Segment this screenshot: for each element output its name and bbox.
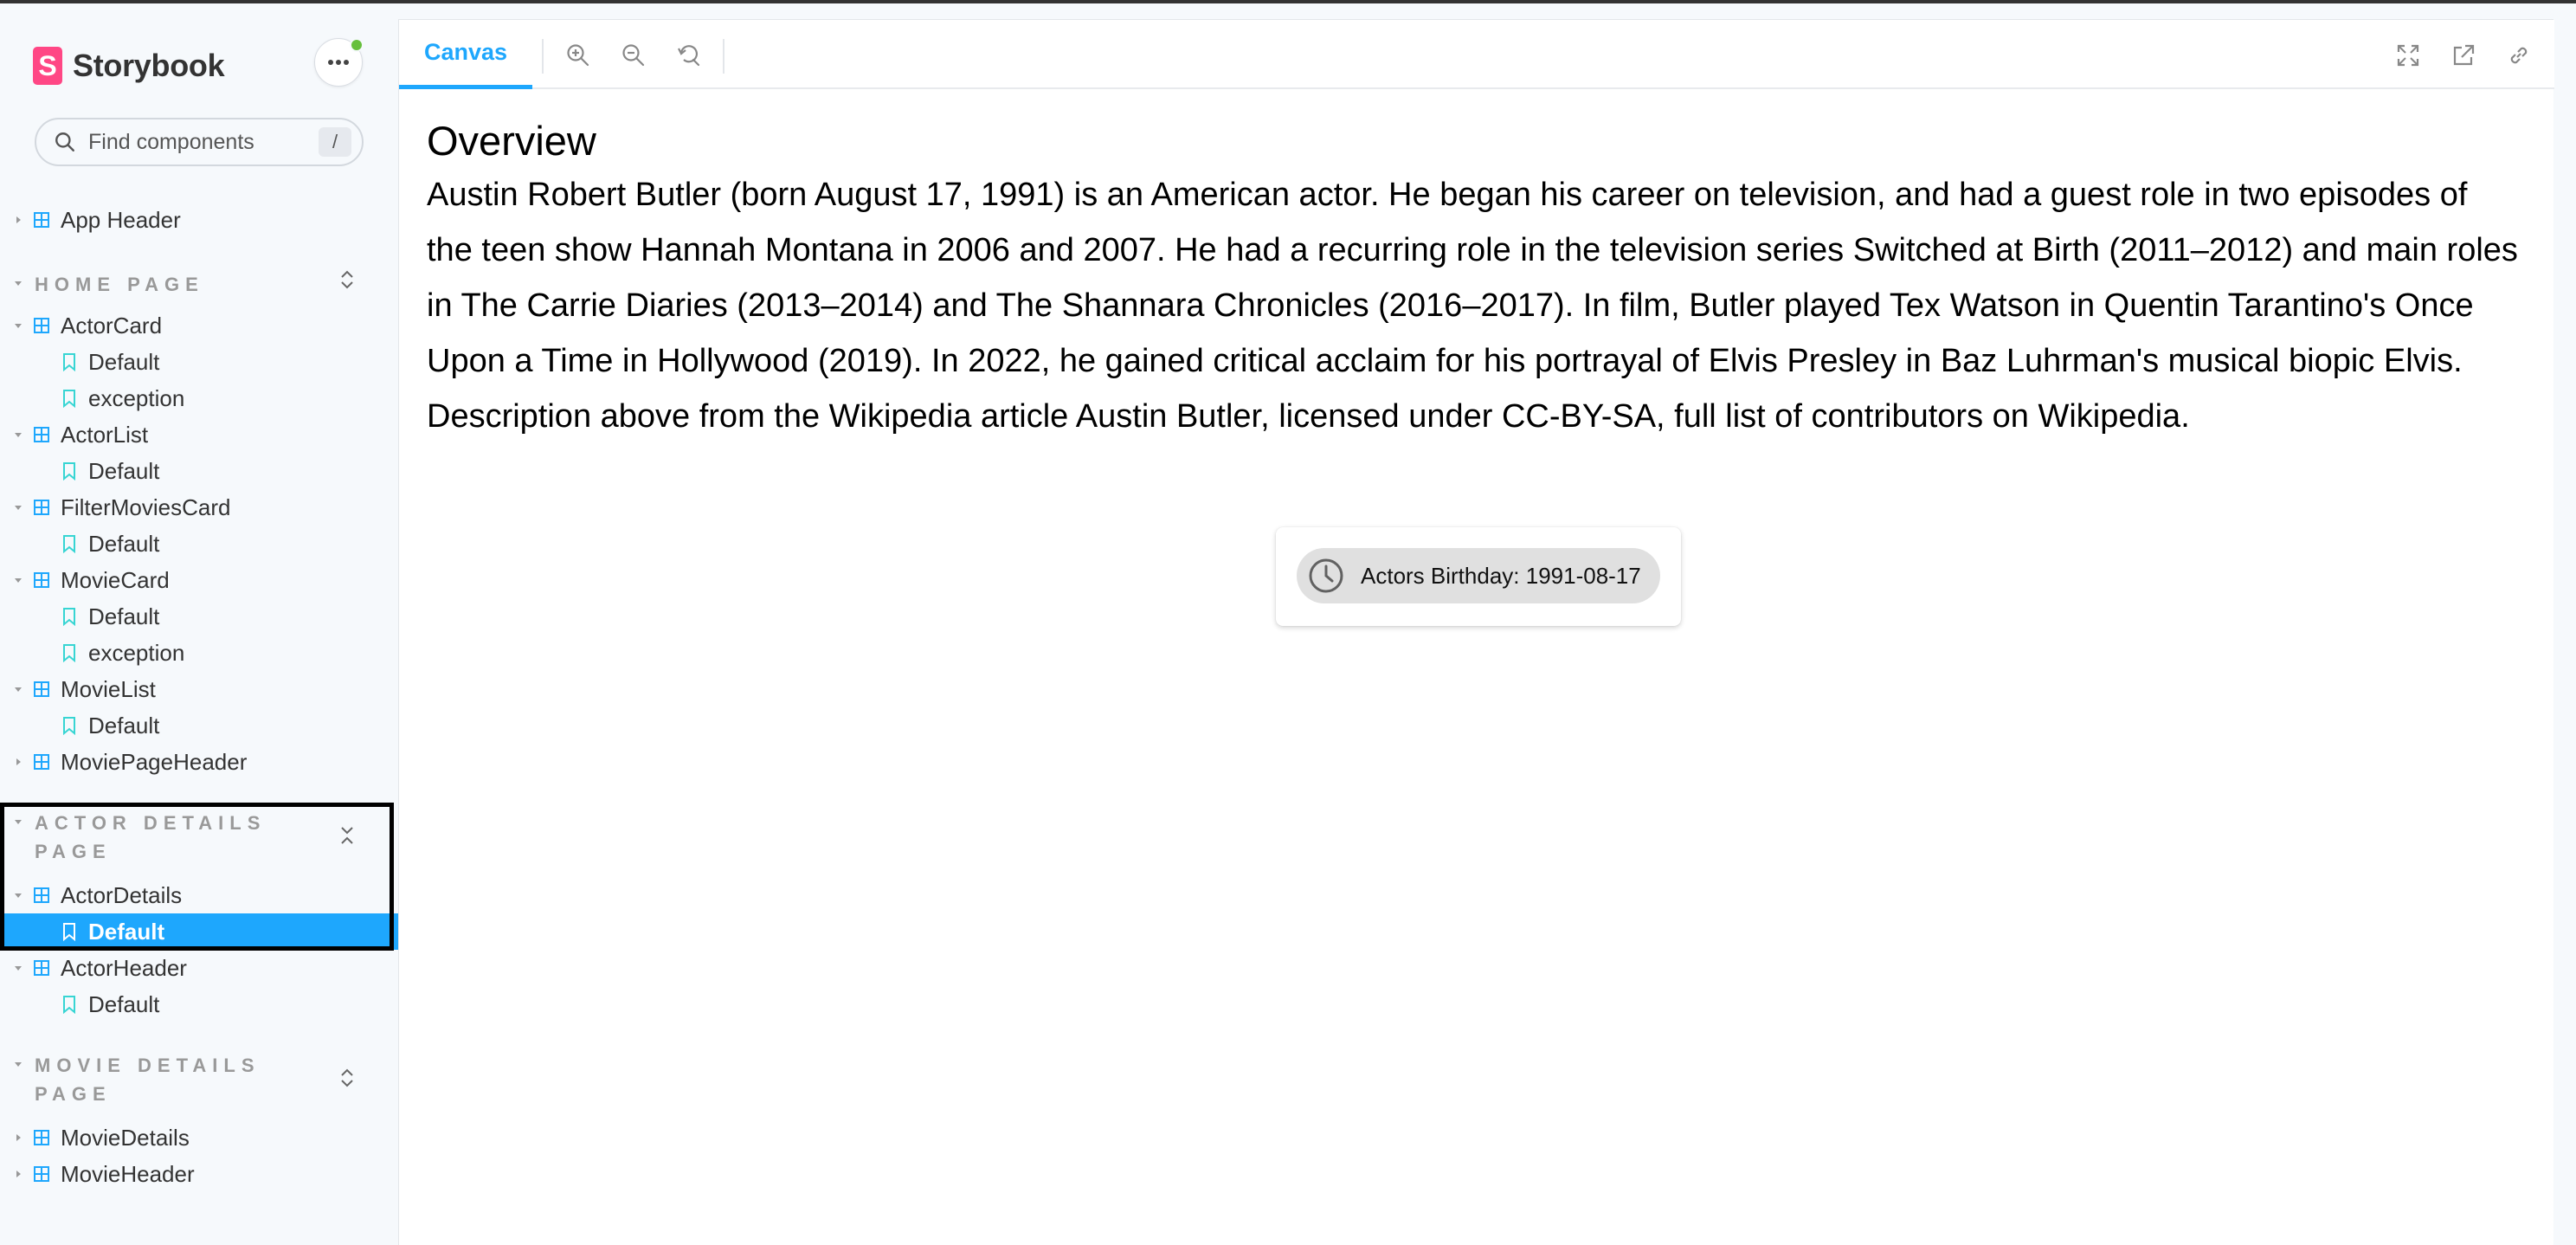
caret-right-icon [16, 216, 21, 223]
sidebar-item-label: FilterMoviesCard [61, 493, 231, 520]
component-icon [34, 212, 49, 228]
story-label: Default [88, 348, 160, 375]
sidebar-story-moviecard-exception[interactable]: exception [0, 635, 398, 671]
search-icon [55, 132, 74, 152]
caret-down-icon [15, 506, 22, 510]
reset-zoom-icon[interactable] [676, 42, 702, 68]
component-icon [34, 427, 49, 442]
group-title: Movie Details Page [35, 1055, 261, 1105]
caret-right-icon [16, 758, 21, 765]
story-label: exception [88, 384, 185, 411]
storybook-logo-icon: S [33, 47, 62, 85]
component-icon [34, 960, 49, 976]
group-title: Home Page [35, 274, 204, 295]
story-label: Default [88, 457, 160, 484]
storybook-brand[interactable]: S Storybook [33, 43, 225, 88]
sidebar-item-moviecard[interactable]: MovieCard [0, 562, 398, 598]
sidebar-story-actorheader-default[interactable]: Default [0, 986, 398, 1022]
sidebar-item-label: MovieCard [61, 566, 170, 593]
sidebar-item-filtermoviescard[interactable]: FilterMoviesCard [0, 489, 398, 526]
bookmark-icon [63, 996, 75, 1014]
sidebar-item-app-header[interactable]: App Header [0, 202, 398, 238]
caret-down-icon [15, 324, 22, 328]
sidebar-item-label: MovieDetails [61, 1124, 190, 1151]
bookmark-icon [63, 717, 75, 735]
sidebar-item-movieheader[interactable]: MovieHeader [0, 1156, 398, 1192]
story-label: exception [88, 639, 185, 666]
sidebar-item-label: ActorHeader [61, 954, 187, 981]
bookmark-icon [63, 353, 75, 371]
component-icon [34, 572, 49, 588]
expand-collapse-icon[interactable] [338, 1067, 357, 1089]
zoom-out-icon[interactable] [621, 42, 647, 68]
preview-panel: Canvas Overview Austin Robert Butler (bo… [398, 19, 2554, 1245]
sidebar-item-actorcard[interactable]: ActorCard [0, 307, 398, 344]
sidebar-story-filtermoviescard-default[interactable]: Default [0, 526, 398, 562]
sidebar: S Storybook Find components / App Header… [0, 3, 398, 1245]
component-icon [34, 1166, 49, 1182]
caret-down-icon [15, 687, 22, 692]
more-horizontal-icon [328, 60, 349, 65]
component-icon [34, 500, 49, 515]
tab-canvas[interactable]: Canvas [399, 20, 532, 89]
sidebar-story-actorcard-exception[interactable]: exception [0, 380, 398, 416]
selection-highlight-frame [0, 803, 394, 951]
sidebar-story-actorcard-default[interactable]: Default [0, 344, 398, 380]
sidebar-item-moviedetails[interactable]: MovieDetails [0, 1119, 398, 1156]
component-icon [34, 681, 49, 697]
copy-link-icon[interactable] [2506, 42, 2532, 68]
caret-down-icon [15, 1062, 22, 1067]
component-icon [34, 1130, 49, 1145]
component-icon [34, 754, 49, 770]
sidebar-item-moviepageheader[interactable]: MoviePageHeader [0, 744, 398, 780]
sidebar-item-label: ActorCard [61, 312, 163, 339]
sidebar-item-actorheader[interactable]: ActorHeader [0, 950, 398, 986]
zoom-in-icon[interactable] [565, 42, 591, 68]
sidebar-item-label: App Header [61, 206, 181, 233]
caret-down-icon [15, 281, 22, 286]
fullscreen-icon[interactable] [2395, 42, 2421, 68]
birthday-chip-label: Actors Birthday: 1991-08-17 [1361, 562, 1641, 589]
sidebar-story-actorlist-default[interactable]: Default [0, 453, 398, 489]
story-label: Default [88, 530, 160, 557]
search-input[interactable]: Find components / [35, 118, 364, 166]
actor-biography: Austin Robert Butler (born August 17, 19… [427, 177, 2518, 435]
sidebar-item-label: MovieList [61, 675, 156, 702]
caret-down-icon [15, 966, 22, 971]
component-icon [34, 318, 49, 333]
toolbar-divider [542, 39, 544, 74]
expand-collapse-icon[interactable] [338, 268, 357, 291]
sidebar-story-movielist-default[interactable]: Default [0, 707, 398, 744]
sidebar-item-label: ActorList [61, 421, 149, 448]
bookmark-icon [63, 644, 75, 662]
sidebar-item-label: MovieHeader [61, 1160, 195, 1187]
open-new-tab-icon[interactable] [2450, 42, 2476, 68]
brand-name: Storybook [73, 48, 225, 83]
sidebar-item-actorlist[interactable]: ActorList [0, 416, 398, 453]
toolbar: Canvas [399, 20, 2554, 89]
caret-down-icon [15, 433, 22, 437]
toolbar-divider [723, 39, 724, 74]
sidebar-item-movielist[interactable]: MovieList [0, 671, 398, 707]
story-label: Default [88, 603, 160, 629]
bookmark-icon [63, 462, 75, 481]
bookmark-icon [63, 390, 75, 408]
sidebar-story-moviecard-default[interactable]: Default [0, 598, 398, 635]
search-placeholder: Find components [88, 129, 254, 154]
story-label: Default [88, 712, 160, 739]
search-shortcut-key: / [319, 127, 351, 157]
caret-right-icon [16, 1171, 21, 1177]
bookmark-icon [63, 535, 75, 553]
sidebar-item-label: MoviePageHeader [61, 748, 248, 775]
notification-dot [350, 38, 364, 52]
birthday-chip[interactable]: Actors Birthday: 1991-08-17 [1297, 548, 1660, 603]
birthday-card: Actors Birthday: 1991-08-17 [1276, 527, 1681, 626]
clock-icon [1309, 558, 1343, 593]
overview-title: Overview [427, 118, 596, 164]
caret-down-icon [15, 578, 22, 583]
bookmark-icon [63, 608, 75, 626]
caret-right-icon [16, 1134, 21, 1141]
story-canvas: Overview Austin Robert Butler (born Augu… [427, 115, 2521, 444]
story-label: Default [88, 990, 160, 1017]
